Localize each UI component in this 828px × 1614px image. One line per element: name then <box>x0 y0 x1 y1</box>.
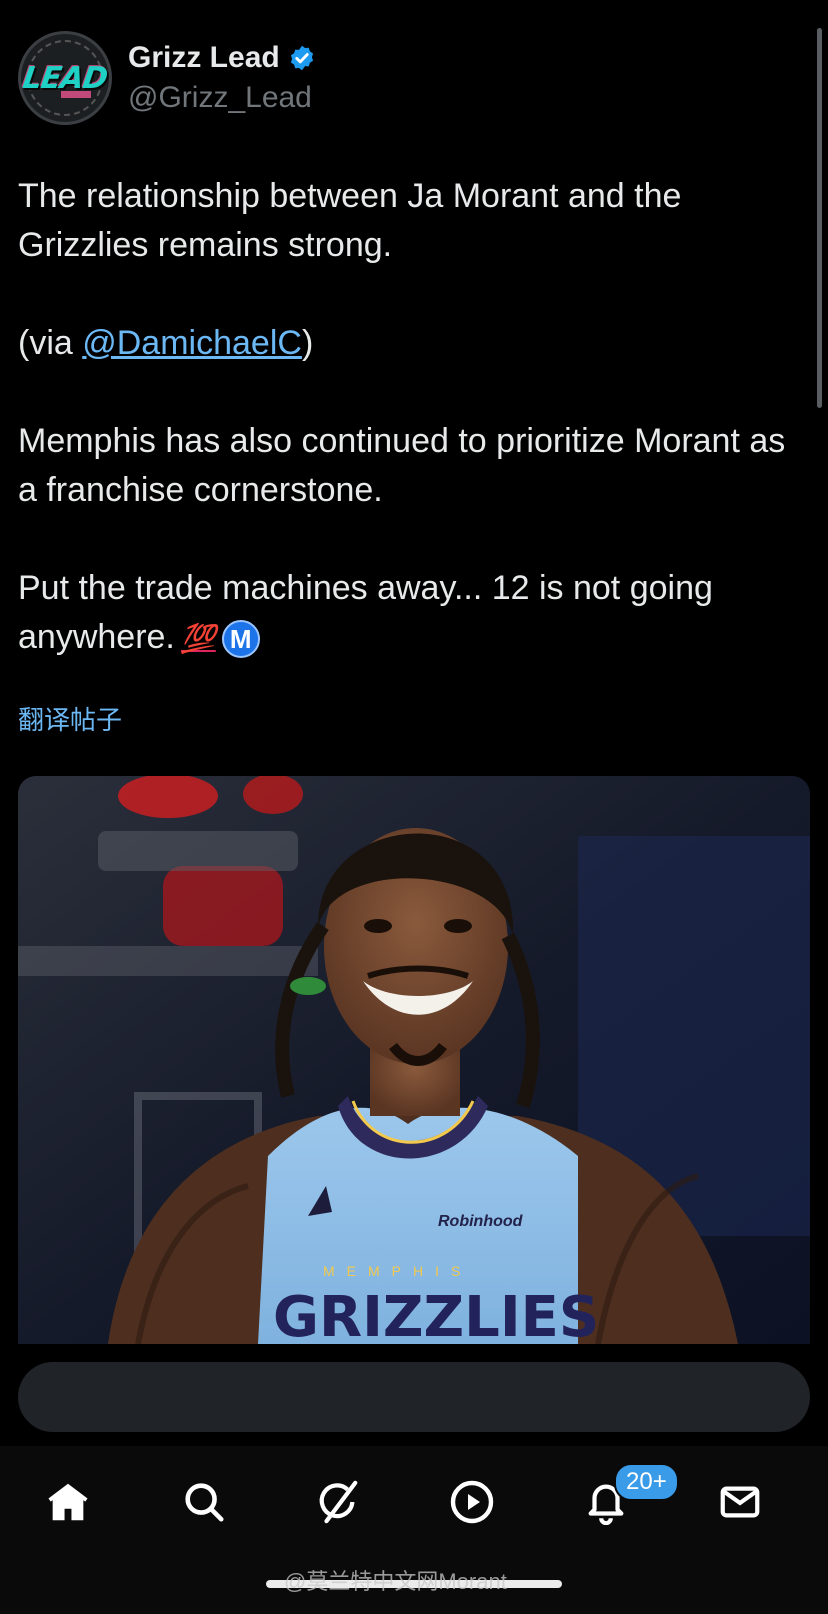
scrollbar[interactable] <box>817 28 822 408</box>
play-icon[interactable] <box>444 1474 500 1530</box>
notification-badge: 20+ <box>614 1463 679 1501</box>
avatar-logo-bar <box>61 91 91 98</box>
watermark: @莫兰特中文网Morant <box>284 1569 507 1594</box>
display-name[interactable]: Grizz Lead <box>128 41 280 75</box>
author-handle[interactable]: @Grizz_Lead <box>128 81 316 115</box>
reply-input[interactable] <box>18 1362 810 1432</box>
via-prefix: (via <box>18 324 83 362</box>
name-row: Grizz Lead <box>128 41 316 75</box>
post-header: LEAD Grizz Lead @Grizz_Lead <box>18 30 316 126</box>
mention-link[interactable]: @DamichaelC <box>82 324 302 362</box>
verified-badge-icon <box>290 45 313 71</box>
hundred-points-emoji: 💯 <box>180 623 216 654</box>
tweet-text: The relationship between Ja Morant and t… <box>18 172 808 663</box>
grok-icon[interactable] <box>310 1474 366 1530</box>
home-icon[interactable] <box>40 1474 96 1530</box>
via-suffix: ) <box>301 324 314 362</box>
tweet-line-3: Memphis has also continued to prioritize… <box>18 422 786 509</box>
avatar[interactable]: LEAD <box>18 31 112 125</box>
jersey-brand-text: Robinhood <box>438 1213 524 1230</box>
author-names: Grizz Lead @Grizz_Lead <box>128 41 316 115</box>
bottom-nav: 20+ @莫兰特中文网Morant <box>0 1446 828 1614</box>
tweet-line-1: The relationship between Ja Morant and t… <box>18 177 682 264</box>
m-badge-icon: M <box>221 620 260 659</box>
translate-post-link[interactable]: 翻译帖子 <box>18 700 122 737</box>
mail-icon[interactable] <box>712 1474 768 1530</box>
tweet-via-line: (via @DamichaelC) <box>18 319 808 368</box>
post-image[interactable]: Robinhood MEMPHIS GRIZZLIES <box>18 776 810 1344</box>
jersey-city-text: MEMPHIS <box>323 1263 472 1279</box>
jersey-team-text: GRIZZLIES <box>273 1285 599 1344</box>
search-icon[interactable] <box>176 1474 232 1530</box>
player-photo: Robinhood MEMPHIS GRIZZLIES <box>18 776 810 1344</box>
tweet-line-4: Put the trade machines away... 12 is not… <box>18 569 713 656</box>
tweet-line-4-wrap: Put the trade machines away... 12 is not… <box>18 564 808 663</box>
